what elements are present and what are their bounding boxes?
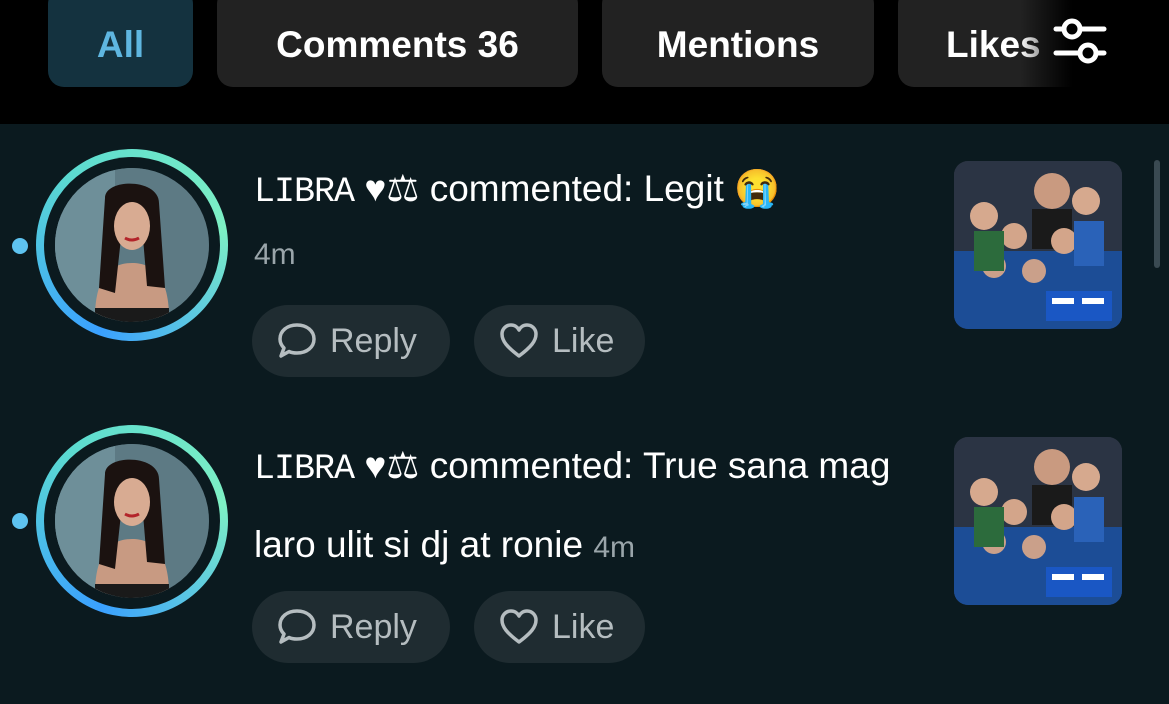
tab-mentions-label: Mentions — [656, 23, 820, 65]
unread-dot — [12, 238, 28, 254]
tab-all-label: All — [96, 23, 145, 65]
post-thumbnail[interactable] — [954, 161, 1122, 329]
loudly-crying-face-emoji: 😭 — [734, 168, 781, 209]
tab-comments-label: Comments 36 — [276, 23, 519, 65]
tab-mentions[interactable]: Mentions — [602, 0, 874, 87]
avatar[interactable] — [55, 444, 209, 598]
notification-text: LIBRA ♥⚖ commented: Legit 😭 — [254, 151, 934, 230]
like-button[interactable]: Like — [474, 591, 645, 663]
like-button[interactable]: Like — [474, 305, 645, 377]
post-thumbnail[interactable] — [954, 437, 1122, 605]
timestamp: 4m — [593, 531, 636, 564]
speech-bubble-icon — [278, 609, 316, 644]
notification-item[interactable]: LIBRA ♥⚖ commented: True sana mag laro u… — [0, 404, 1169, 704]
story-ring[interactable] — [36, 425, 228, 617]
reply-button[interactable]: Reply — [252, 591, 450, 663]
heart-icon — [500, 323, 538, 358]
reply-label: Reply — [330, 607, 417, 646]
timestamp: 4m — [254, 238, 296, 271]
heart-icon — [500, 609, 538, 644]
action-text: commented: — [419, 168, 644, 209]
tab-all[interactable]: All — [48, 0, 193, 87]
sliders-icon[interactable] — [1050, 12, 1110, 68]
filter-tab-bar: All Comments 36 Mentions Likes — [0, 0, 1169, 124]
user-badges: ♥⚖ — [364, 168, 420, 209]
username[interactable]: LIBRA — [254, 449, 355, 489]
user-badges: ♥⚖ — [364, 445, 420, 486]
like-label: Like — [552, 607, 615, 646]
like-label: Like — [552, 321, 615, 360]
reply-label: Reply — [330, 321, 417, 360]
story-ring[interactable] — [36, 149, 228, 341]
unread-dot — [12, 513, 28, 529]
action-text: commented: — [419, 445, 643, 486]
username[interactable]: LIBRA — [254, 172, 355, 212]
tab-comments[interactable]: Comments 36 — [217, 0, 578, 87]
reply-button[interactable]: Reply — [252, 305, 450, 377]
avatar[interactable] — [55, 168, 209, 322]
speech-bubble-icon — [278, 323, 316, 358]
comment-text: Legit — [643, 168, 724, 209]
notification-text: LIBRA ♥⚖ commented: True sana mag laro u… — [254, 428, 934, 585]
notification-item[interactable]: LIBRA ♥⚖ commented: Legit 😭 4m Reply Lik… — [0, 124, 1169, 404]
